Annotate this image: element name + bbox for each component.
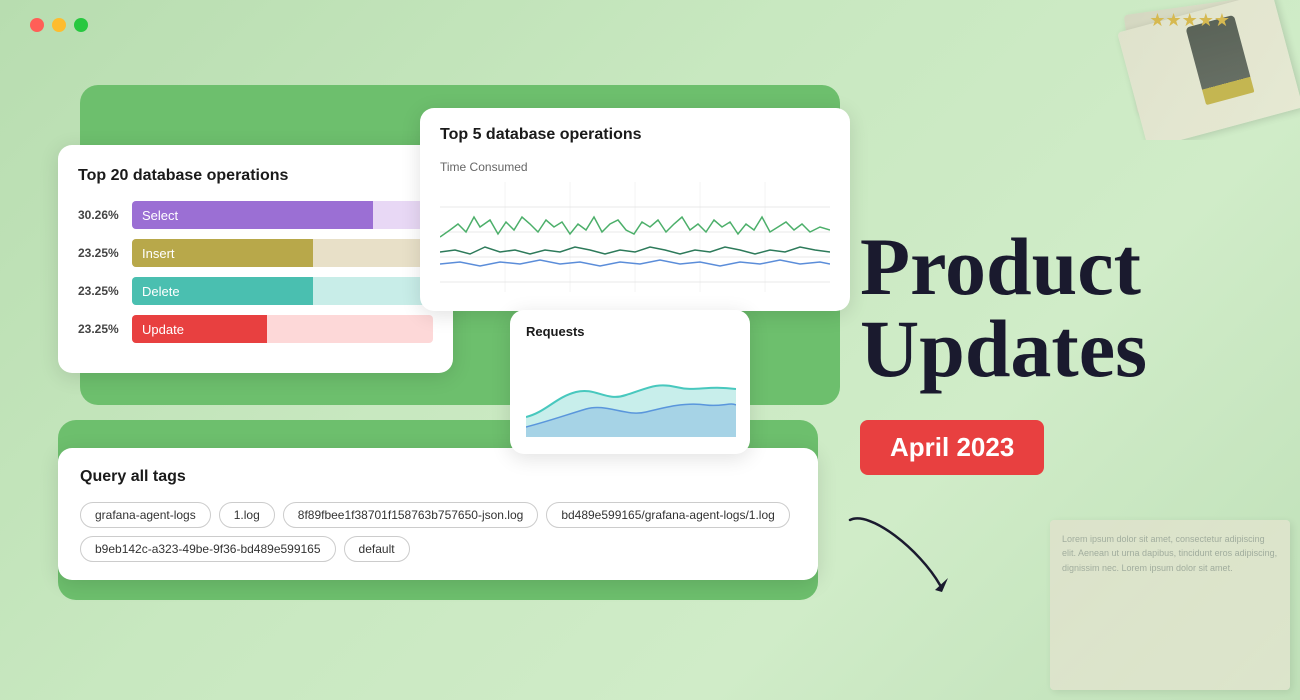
card-top5-subtitle: Time Consumed: [440, 160, 830, 174]
bar-pct-delete: 23.25%: [78, 284, 124, 298]
card-top5-title: Top 5 database operations: [440, 126, 830, 144]
bar-container-update: Update: [132, 315, 433, 343]
minimize-dot[interactable]: [52, 18, 66, 32]
bar-row-delete: 23.25% Delete: [78, 277, 433, 305]
tag-1log[interactable]: 1.log: [219, 502, 275, 528]
requests-chart: [526, 347, 736, 437]
title-line1: Product: [860, 221, 1141, 312]
tag-row: grafana-agent-logs 1.log 8f89fbee1f38701…: [80, 502, 796, 562]
card-requests-title: Requests: [526, 324, 734, 339]
bar-label-insert: Insert: [132, 246, 175, 261]
bar-row-select: 30.26% Select: [78, 201, 433, 229]
expand-dot[interactable]: [74, 18, 88, 32]
bar-pct-update: 23.25%: [78, 322, 124, 336]
tag-default[interactable]: default: [344, 536, 410, 562]
bar-label-update: Update: [132, 322, 184, 337]
bar-row-insert: 23.25% Insert: [78, 239, 433, 267]
stars-decoration: ★★★★★: [1149, 8, 1230, 33]
window-chrome: [30, 18, 88, 32]
bar-pct-insert: 23.25%: [78, 246, 124, 260]
bar-label-delete: Delete: [132, 284, 180, 299]
top5-chart: [440, 182, 830, 292]
curved-arrow: [840, 510, 960, 605]
tag-8f89fbee[interactable]: 8f89fbee1f38701f158763b757650-json.log: [283, 502, 539, 528]
card-requests: Requests: [510, 310, 750, 454]
tag-grafana-agent-logs[interactable]: grafana-agent-logs: [80, 502, 211, 528]
card-top5: Top 5 database operations Time Consumed: [420, 108, 850, 311]
deco-paper-bottom: Lorem ipsum dolor sit amet, consectetur …: [1050, 520, 1290, 690]
card-top20-title: Top 20 database operations: [78, 167, 433, 185]
card-query: Query all tags grafana-agent-logs 1.log …: [58, 448, 818, 580]
bar-row-update: 23.25% Update: [78, 315, 433, 343]
card-query-title: Query all tags: [80, 468, 796, 486]
bar-container-select: Select: [132, 201, 433, 229]
bottom-right-decoration: Lorem ipsum dolor sit amet, consectetur …: [1020, 500, 1300, 700]
tag-b9eb142c[interactable]: b9eb142c-a323-49be-9f36-bd489e599165: [80, 536, 336, 562]
card-top20: Top 20 database operations 30.26% Select…: [58, 145, 453, 373]
corner-decoration-top-right: ★★★★★: [1100, 0, 1300, 140]
title-line2: Updates: [860, 303, 1147, 394]
bar-container-insert: Insert: [132, 239, 433, 267]
bar-container-delete: Delete: [132, 277, 433, 305]
bar-pct-select: 30.26%: [78, 208, 124, 222]
tag-bd489e[interactable]: bd489e599165/grafana-agent-logs/1.log: [546, 502, 790, 528]
product-updates-title: Product Updates: [860, 226, 1147, 390]
close-dot[interactable]: [30, 18, 44, 32]
date-badge: April 2023: [860, 420, 1044, 475]
bar-label-select: Select: [132, 208, 178, 223]
